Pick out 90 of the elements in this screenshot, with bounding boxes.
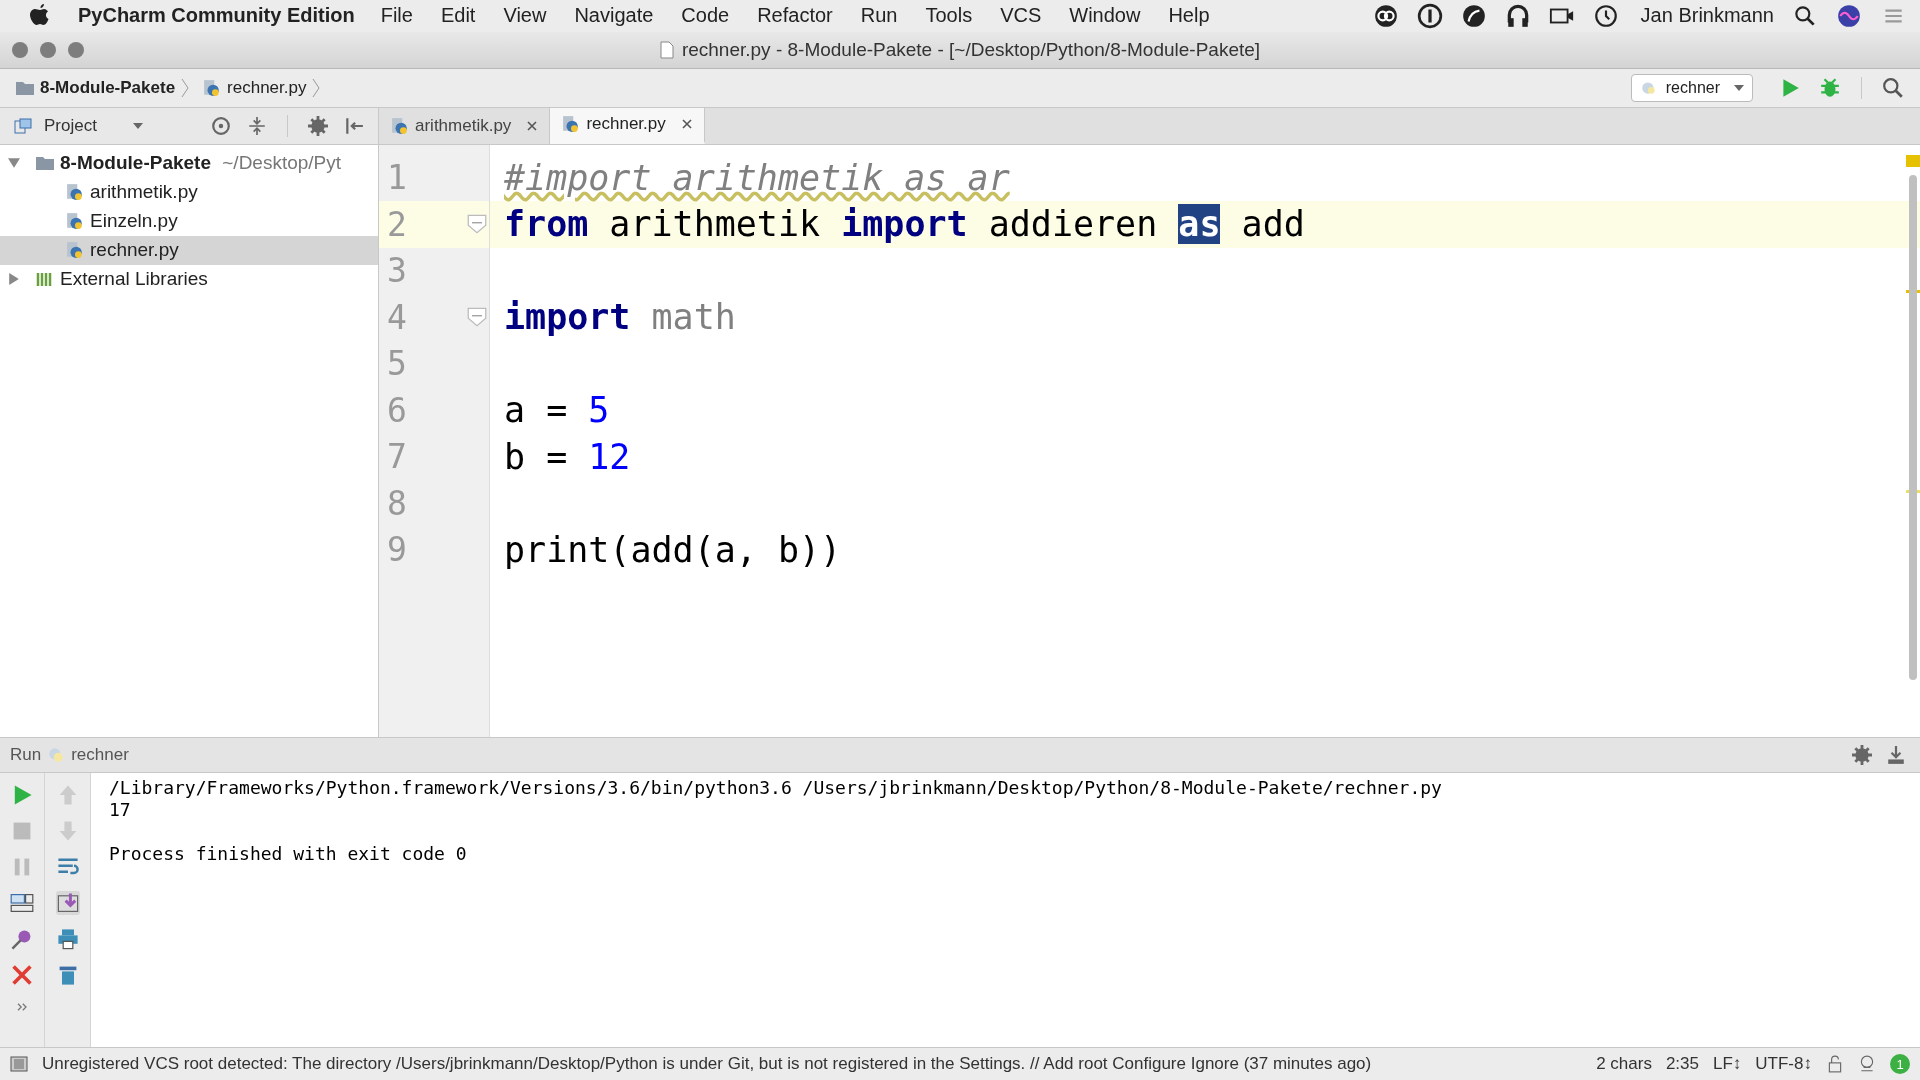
tree-item[interactable]: 8-Module-Pakete ~/Desktop/Pyt [0, 148, 378, 178]
zoom-button[interactable] [68, 41, 84, 58]
fold-icon[interactable] [467, 307, 487, 328]
editor-tab[interactable]: rechner.py [550, 107, 705, 144]
close-button[interactable] [12, 41, 28, 58]
python-file-icon [66, 212, 84, 231]
twisty-icon[interactable] [8, 157, 20, 170]
chevron-icon [312, 76, 321, 99]
print-icon[interactable] [55, 927, 80, 952]
breadcrumb[interactable]: rechner.py [227, 77, 307, 98]
menu-item[interactable]: Navigate [574, 4, 654, 28]
python-file-icon [66, 183, 84, 202]
console-output: /Library/Frameworks/Python.framework/Versions/3.6/bin/python3.6 /Users/jbrinkmann/Desktop/Python/8-Module-Pakete/rechner.py [109, 777, 1442, 799]
panel-toggle-icon[interactable] [10, 1055, 28, 1074]
code-line: import math [504, 297, 736, 338]
menu-item[interactable]: Tools [925, 4, 973, 28]
twisty-icon[interactable] [8, 273, 20, 286]
menu-item[interactable]: Code [681, 4, 730, 28]
menu-item[interactable]: Edit [440, 4, 476, 28]
tree-item[interactable]: External Libraries [0, 264, 378, 294]
status-item[interactable]: 2 chars [1596, 1054, 1652, 1075]
menu-item[interactable]: Help [1168, 4, 1210, 28]
apple-icon[interactable] [30, 3, 50, 28]
caret-icon [1734, 84, 1744, 91]
python-file-icon [391, 116, 409, 135]
line-number: 6 [386, 390, 407, 430]
line-number: 9 [386, 530, 407, 570]
line-number: 7 [386, 437, 407, 477]
warning-marker[interactable] [1906, 154, 1920, 167]
scroll-to-end-icon[interactable] [55, 891, 80, 916]
library-icon [36, 270, 54, 289]
settings-icon[interactable] [1852, 745, 1872, 766]
line-number: 3 [386, 251, 407, 291]
project-view-dropdown[interactable]: Project [40, 115, 143, 136]
crosshair-icon[interactable] [211, 115, 231, 136]
window-title: rechner.py - 8-Module-Pakete - [~/Desktop/Python/8-Module-Pakete] [681, 38, 1261, 61]
menu-item[interactable]: View [503, 4, 547, 28]
user-name[interactable]: Jan Brinkmann [1640, 4, 1774, 28]
console-output: Process finished with exit code 0 [109, 843, 467, 865]
code-line: #import arithmetik as ar [504, 157, 1010, 198]
breadcrumb[interactable]: 8-Module-Pakete [40, 77, 176, 98]
python-file-icon [562, 115, 581, 134]
caret-icon [132, 122, 143, 129]
collapse-icon[interactable] [247, 115, 267, 136]
search-icon[interactable] [1882, 76, 1904, 99]
run-label: Run [10, 745, 42, 766]
line-number: 4 [386, 297, 407, 337]
cloud-icon[interactable] [1372, 2, 1399, 29]
tree-item[interactable]: arithmetik.py [0, 177, 378, 207]
code-line: from arithmetik import addieren as add [504, 204, 1305, 245]
status-item[interactable]: LF↕ [1713, 1054, 1742, 1075]
lock-icon[interactable] [1826, 1055, 1844, 1074]
line-number: 5 [386, 344, 407, 384]
code-line: a = 5 [504, 390, 610, 431]
tree-item[interactable]: rechner.py [0, 235, 378, 265]
python-file-icon [66, 241, 84, 260]
hide-panel-icon[interactable] [344, 115, 364, 136]
code-line: b = 12 [504, 436, 631, 477]
clock-icon[interactable] [1592, 2, 1619, 29]
close-icon[interactable] [527, 120, 538, 131]
info-icon[interactable] [1416, 2, 1443, 29]
status-item[interactable]: UTF-8↕ [1755, 1054, 1812, 1075]
minimize-panel-icon[interactable] [1886, 745, 1906, 766]
menu-item[interactable]: File [380, 4, 413, 28]
settings-icon[interactable] [308, 115, 328, 136]
file-icon [659, 40, 674, 59]
bug-icon[interactable] [1819, 76, 1841, 99]
app-name[interactable]: PyCharm Community Edition [78, 4, 355, 28]
tree-item[interactable]: Einzeln.py [0, 206, 378, 236]
scrollbar[interactable] [1909, 174, 1917, 680]
menu-item[interactable]: VCS [1000, 4, 1042, 28]
project-icon [14, 116, 32, 135]
run-config-tab[interactable]: rechner [71, 745, 129, 766]
menu-item[interactable]: Window [1069, 4, 1141, 28]
fold-icon[interactable] [467, 214, 487, 235]
python-file-icon [203, 78, 222, 97]
run-config-dropdown[interactable]: rechner [1630, 73, 1753, 102]
minimize-button[interactable] [40, 41, 56, 58]
status-item[interactable]: 2:35 [1665, 1054, 1699, 1075]
line-number: 8 [386, 483, 407, 523]
code-line: print(add(a, b)) [504, 529, 842, 570]
menu-item[interactable]: Refactor [757, 4, 833, 28]
line-number: 1 [386, 158, 407, 198]
close-icon[interactable] [681, 119, 692, 130]
menu-item[interactable]: Run [860, 4, 898, 28]
line-number: 2 [386, 204, 407, 244]
status-message: Unregistered VCS root detected: The directory /Users/jbrinkmann/Desktop/Python is under Git, but is not registered in the Settings. // Add root Configure Ignore (37 minutes ago) [42, 1054, 1372, 1075]
chevron-icon [181, 76, 190, 99]
folder-icon [36, 154, 54, 173]
console-output: 17 [109, 799, 131, 821]
